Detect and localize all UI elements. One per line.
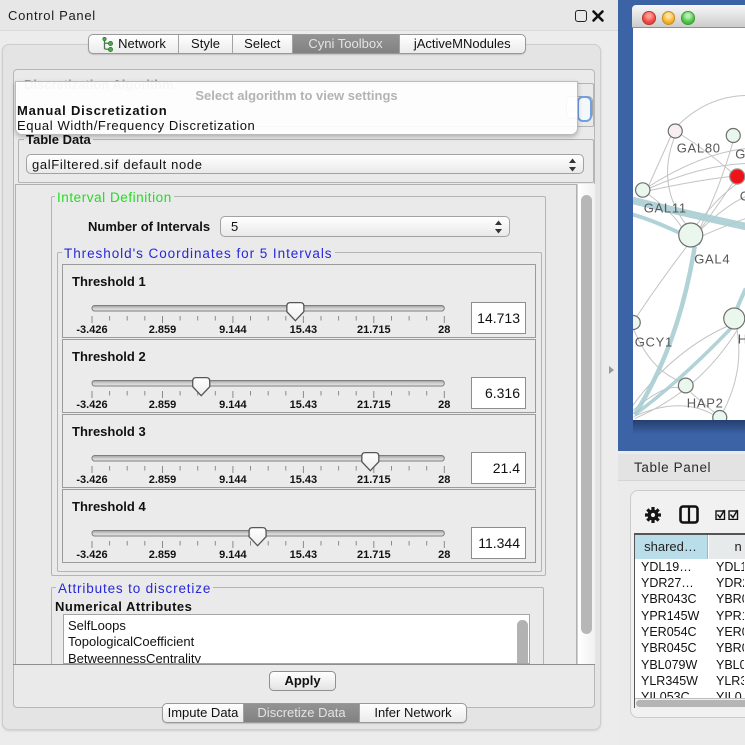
svg-text:21.715: 21.715 <box>357 324 391 336</box>
svg-text:GA: GA <box>735 146 745 161</box>
svg-text:9.144: 9.144 <box>219 399 247 411</box>
svg-text:15.43: 15.43 <box>290 474 318 486</box>
svg-text:28: 28 <box>438 474 450 486</box>
svg-text:C: C <box>739 188 745 203</box>
svg-text:9.144: 9.144 <box>219 324 247 336</box>
svg-text:GAL80: GAL80 <box>676 140 720 155</box>
svg-text:-3.426: -3.426 <box>76 474 107 486</box>
svg-text:28: 28 <box>438 324 450 336</box>
svg-text:9.144: 9.144 <box>219 474 247 486</box>
svg-text:HAP2: HAP2 <box>686 395 723 410</box>
svg-text:GAL4: GAL4 <box>694 251 730 266</box>
svg-text:2.859: 2.859 <box>149 549 177 561</box>
svg-text:15.43: 15.43 <box>290 399 318 411</box>
svg-text:-3.426: -3.426 <box>76 324 107 336</box>
svg-text:15.43: 15.43 <box>290 324 318 336</box>
svg-text:GCY1: GCY1 <box>634 334 672 349</box>
svg-text:9.144: 9.144 <box>219 549 247 561</box>
svg-text:H: H <box>737 331 745 346</box>
svg-text:21.715: 21.715 <box>357 474 391 486</box>
svg-text:15.43: 15.43 <box>290 549 318 561</box>
svg-text:28: 28 <box>438 549 450 561</box>
svg-text:2.859: 2.859 <box>149 399 177 411</box>
svg-text:28: 28 <box>438 399 450 411</box>
svg-text:21.715: 21.715 <box>357 549 391 561</box>
svg-text:GAL11: GAL11 <box>643 200 686 215</box>
svg-text:-3.426: -3.426 <box>76 549 107 561</box>
svg-text:-3.426: -3.426 <box>76 399 107 411</box>
svg-text:21.715: 21.715 <box>357 399 391 411</box>
svg-text:2.859: 2.859 <box>149 324 177 336</box>
svg-text:2.859: 2.859 <box>149 474 177 486</box>
